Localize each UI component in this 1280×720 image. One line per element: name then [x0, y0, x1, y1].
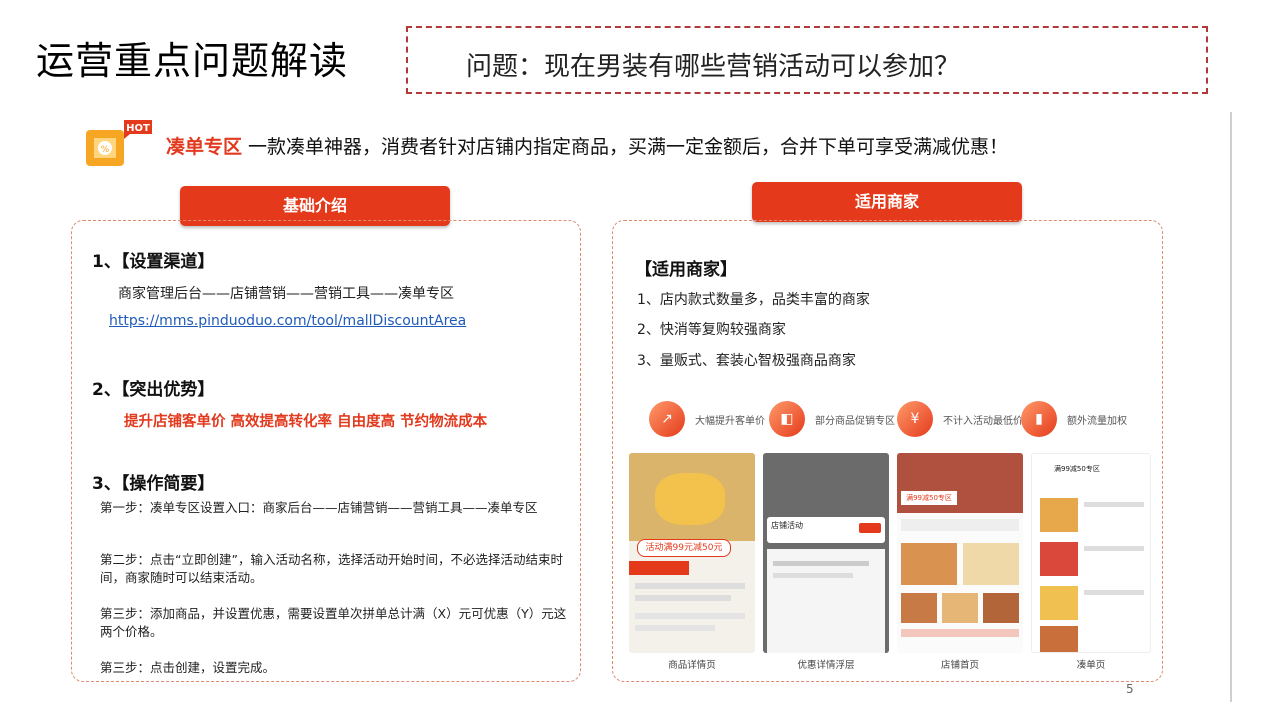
feature-4-label: 额外流量加权: [1067, 415, 1127, 427]
merchant-item-3: 3、量贩式、套装心智极强商品商家: [637, 353, 856, 369]
bag-icon: ◧: [769, 401, 805, 437]
feature-3: ¥ 不计入活动最低价: [897, 401, 1023, 437]
applicable-merchants-panel: 【适用商家】 1、店内款式数量多，品类丰富的商家 2、快消等复购较强商家 3、量…: [612, 220, 1163, 682]
discount-banner: 活动满99元减50元: [637, 539, 731, 557]
coupon-icon: ¥: [897, 401, 933, 437]
caption-bundle-page: 凑单页: [1076, 660, 1106, 671]
caption-store-home: 店铺首页: [940, 660, 979, 671]
intro-line: 凑单专区 一款凑单神器，消费者针对店铺内指定商品，买满一定金额后，合并下单可享受…: [166, 132, 1008, 159]
setup-channel-title: 1、【设置渠道】: [92, 252, 215, 272]
step-two: 第二步：点击“立即创建”，输入活动名称，选择活动开始时间，不必选择活动结束时间，…: [100, 552, 563, 585]
merchant-item-1: 1、店内款式数量多，品类丰富的商家: [637, 292, 870, 308]
feature-1-label: 大幅提升客单价: [695, 415, 765, 427]
caption-discount-popup: 优惠详情浮层: [797, 660, 855, 671]
question-box: 问题：现在男装有哪些营销活动可以参加？: [406, 26, 1208, 94]
right-divider: [1230, 112, 1232, 702]
step-four: 第三步：点击创建，设置完成。: [100, 660, 276, 675]
intro-text: 一款凑单神器，消费者针对店铺内指定商品，买满一定金额后，合并下单可享受满减优惠！: [242, 136, 1009, 158]
svg-text:%: %: [101, 145, 110, 155]
discount-popup-screenshot: 店铺活动: [763, 453, 889, 653]
setup-channel-path: 商家管理后台——店铺营销——营销工具——凑单专区: [118, 286, 454, 302]
feature-1: ↗ 大幅提升客单价: [649, 401, 765, 437]
feature-2-label: 部分商品促销专区: [815, 415, 895, 427]
store-home-screenshot: 满99减50专区: [897, 453, 1023, 653]
basic-intro-panel: 1、【设置渠道】 商家管理后台——店铺营销——营销工具——凑单专区 https:…: [71, 220, 581, 682]
page-number: 5: [1126, 682, 1134, 696]
applicable-merchants-header: 适用商家: [752, 182, 1022, 222]
mall-discount-link[interactable]: https://mms.pinduoduo.com/tool/mallDisco…: [109, 313, 466, 329]
hot-badge: HOT: [126, 123, 150, 134]
caption-product-detail: 商品详情页: [668, 660, 716, 671]
growth-icon: ↗: [649, 401, 685, 437]
merchants-title: 【适用商家】: [635, 260, 737, 280]
page-title: 运营重点问题解读: [36, 39, 349, 83]
advantage-text: 提升店铺客单价 高效提高转化率 自由度高 节约物流成本: [124, 414, 488, 430]
feature-4: ▮ 额外流量加权: [1021, 401, 1127, 437]
bundle-page-title: 满99减50专区: [1054, 465, 1100, 473]
step-three: 第三步：添加商品，并设置优惠，需要设置单次拼单总计满（X）元可优惠（Y）元这两个…: [100, 606, 567, 639]
intro-highlight: 凑单专区: [166, 136, 243, 158]
advantage-title: 2、【突出优势】: [92, 380, 215, 400]
store-zone-banner: 满99减50专区: [901, 491, 957, 505]
step-one: 第一步：凑单专区设置入口：商家后台——店铺营销——营销工具——凑单专区: [100, 500, 538, 515]
feature-3-label: 不计入活动最低价: [943, 415, 1023, 427]
operation-title: 3、【操作简要】: [92, 474, 215, 494]
product-detail-screenshot: 活动满99元减50元: [629, 453, 755, 653]
question-text: 问题：现在男装有哪些营销活动可以参加？: [466, 52, 961, 82]
merchant-item-2: 2、快消等复购较强商家: [637, 322, 786, 338]
hot-discount-icon: % HOT: [84, 118, 154, 170]
store-activity-label: 店铺活动: [771, 521, 803, 530]
bar-chart-icon: ▮: [1021, 401, 1057, 437]
bundle-page-screenshot: 满99减50专区: [1031, 453, 1151, 653]
feature-2: ◧ 部分商品促销专区: [769, 401, 895, 437]
